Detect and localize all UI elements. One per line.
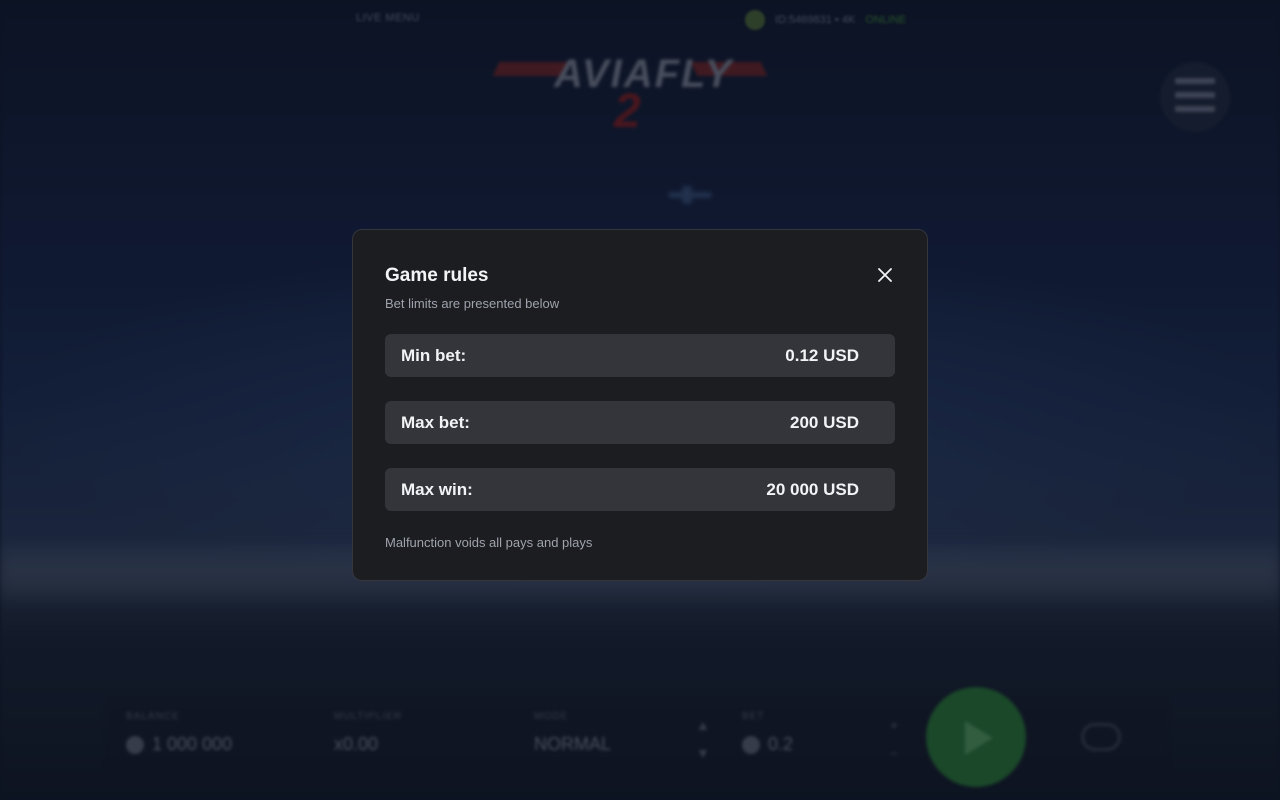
row-value: 20 000 USD (766, 479, 859, 499)
max-bet-row: Max bet: 200 USD (385, 401, 895, 444)
max-win-row: Max win: 20 000 USD (385, 468, 895, 511)
close-button[interactable] (877, 267, 893, 283)
malfunction-notice: Malfunction voids all pays and plays (385, 535, 593, 550)
dialog-subtitle: Bet limits are presented below (385, 296, 560, 311)
row-value: 200 USD (790, 412, 859, 432)
game-rules-dialog: Game rules Bet limits are presented belo… (352, 229, 928, 581)
row-label: Min bet: (401, 345, 467, 365)
row-label: Max bet: (401, 412, 470, 432)
row-label: Max win: (401, 479, 473, 499)
min-bet-row: Min bet: 0.12 USD (385, 334, 895, 377)
dialog-title: Game rules (385, 265, 489, 286)
row-value: 0.12 USD (785, 345, 859, 365)
bet-limits-list: Min bet: 0.12 USD Max bet: 200 USD Max w… (385, 334, 895, 511)
close-icon (878, 268, 892, 282)
